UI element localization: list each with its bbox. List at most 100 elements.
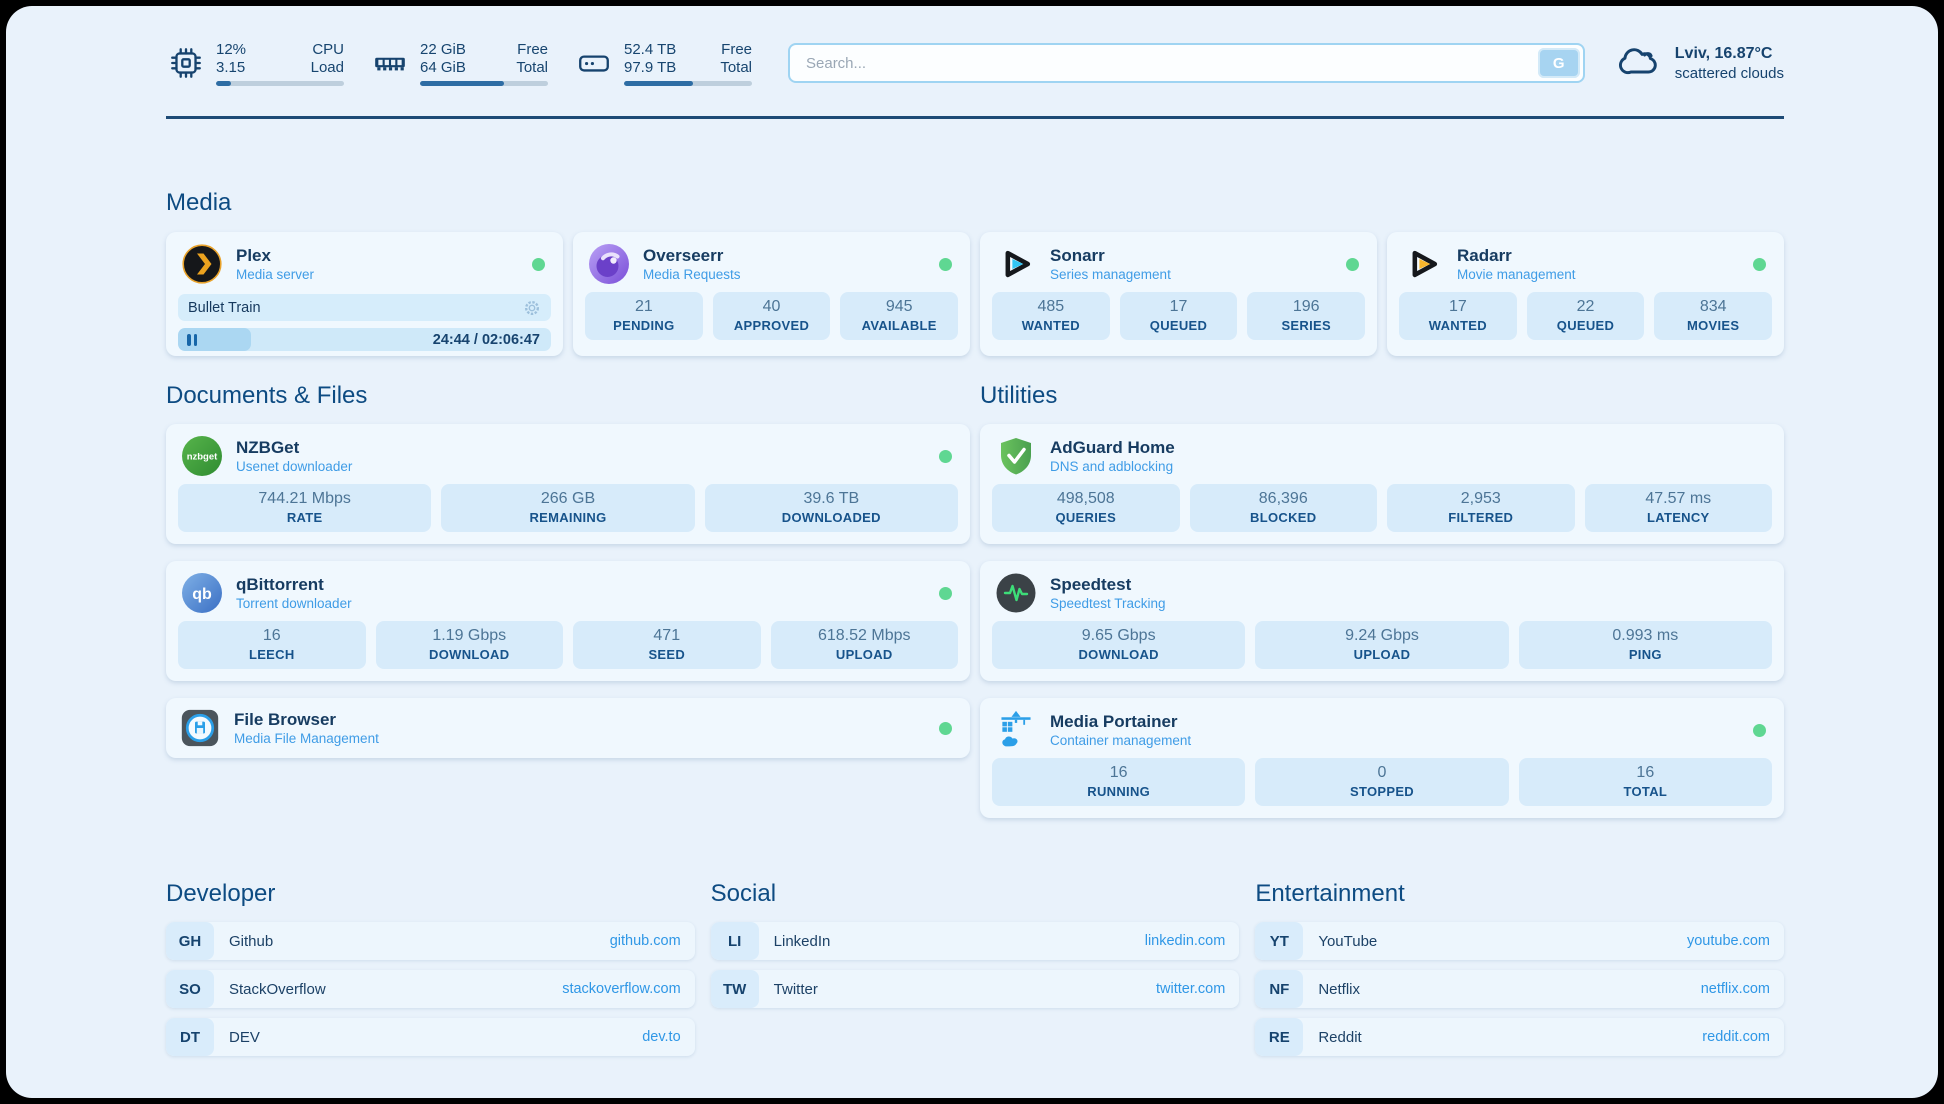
stat-tile: 9.24 Gbps UPLOAD: [1255, 621, 1508, 669]
status-dot: [939, 450, 952, 463]
filebrowser-card[interactable]: File Browser Media File Management: [166, 698, 970, 758]
link-row-twitter[interactable]: TW Twitter twitter.com: [711, 970, 1240, 1008]
adguard-stats: 498,508 QUERIES 86,396 BLOCKED 2,953 FIL…: [992, 484, 1772, 532]
link-row-github[interactable]: GH Github github.com: [166, 922, 695, 960]
stat-value: 9.24 Gbps: [1255, 626, 1508, 646]
now-playing-title: Bullet Train: [188, 300, 261, 316]
stat-tile: 834 MOVIES: [1654, 292, 1772, 340]
ram-progress-bar: [420, 81, 548, 86]
radarr-card[interactable]: Radarr Movie management 17 WANTED 22 QUE…: [1387, 232, 1784, 356]
search-bar: G: [788, 43, 1585, 83]
app-subtitle: Torrent downloader: [236, 595, 352, 612]
link-badge: GH: [166, 922, 214, 960]
link-badge: DT: [166, 1018, 214, 1056]
link-name: Netflix: [1318, 981, 1360, 998]
link-url: stackoverflow.com: [562, 981, 680, 997]
stat-tile: 618.52 Mbps UPLOAD: [771, 621, 959, 669]
stat-value: 498,508: [992, 489, 1180, 509]
weather-widget: Lviv, 16.87°C scattered clouds: [1619, 42, 1784, 85]
link-row-linkedin[interactable]: LI LinkedIn linkedin.com: [711, 922, 1240, 960]
stat-value: 834: [1654, 297, 1772, 317]
qbittorrent-header: qb qBittorrent Torrent downloader: [166, 561, 970, 621]
link-url: twitter.com: [1156, 981, 1225, 997]
overseerr-card[interactable]: Overseerr Media Requests 21 PENDING 40 A…: [573, 232, 970, 356]
stat-tile: 744.21 Mbps RATE: [178, 484, 431, 532]
search-input[interactable]: [788, 43, 1585, 83]
documents-section-heading: Documents & Files: [166, 382, 970, 410]
stat-label: PING: [1519, 646, 1772, 663]
stat-label: LEECH: [178, 646, 366, 663]
disk-total-label: Total: [709, 59, 752, 77]
link-row-reddit[interactable]: RE Reddit reddit.com: [1255, 1018, 1784, 1056]
plex-header: Plex Media server: [166, 232, 563, 292]
plex-icon: [182, 244, 222, 284]
gear-icon[interactable]: [523, 299, 541, 317]
filebrowser-icon: [180, 708, 220, 748]
link-name: StackOverflow: [229, 981, 326, 998]
link-row-youtube[interactable]: YT YouTube youtube.com: [1255, 922, 1784, 960]
plex-card[interactable]: Plex Media server Bullet Train: [166, 232, 563, 356]
social-column: Social LI LinkedIn linkedin.com TW Twitt…: [711, 880, 1240, 1066]
status-dot: [1753, 258, 1766, 271]
adguard-card[interactable]: AdGuard Home DNS and adblocking 498,508 …: [980, 424, 1784, 544]
cpu-progress-bar: [216, 81, 344, 86]
system-stats: 12% CPU 3.15 Load: [166, 41, 752, 86]
stat-value: 485: [992, 297, 1110, 317]
stat-tile: 1.19 Gbps DOWNLOAD: [376, 621, 564, 669]
status-dot: [532, 258, 545, 271]
portainer-card[interactable]: Media Portainer Container management 16 …: [980, 698, 1784, 818]
cpu-usage: 12%: [216, 41, 267, 59]
nzbget-card[interactable]: nzbget NZBGet Usenet downloader 74: [166, 424, 970, 544]
status-dot: [939, 722, 952, 735]
stat-value: 945: [840, 297, 958, 317]
link-name: YouTube: [1318, 933, 1377, 950]
app-title: Radarr: [1457, 245, 1576, 266]
stat-tile: 86,396 BLOCKED: [1190, 484, 1378, 532]
speedtest-stats: 9.65 Gbps DOWNLOAD 9.24 Gbps UPLOAD 0.99…: [992, 621, 1772, 669]
overseerr-icon: [589, 244, 629, 284]
stat-value: 266 GB: [441, 489, 694, 509]
stat-tile: 16 LEECH: [178, 621, 366, 669]
app-subtitle: Media server: [236, 266, 314, 283]
stat-value: 2,953: [1387, 489, 1575, 509]
stat-tile: 17 WANTED: [1399, 292, 1517, 340]
stat-value: 471: [573, 626, 761, 646]
app-subtitle: Series management: [1050, 266, 1171, 283]
stat-label: WANTED: [1399, 317, 1517, 334]
link-row-dev[interactable]: DT DEV dev.to: [166, 1018, 695, 1056]
link-url: dev.to: [642, 1029, 680, 1045]
overseerr-header: Overseerr Media Requests: [573, 232, 970, 292]
qbittorrent-card[interactable]: qb qBittorrent Torrent downloader: [166, 561, 970, 681]
stat-label: DOWNLOADED: [705, 509, 958, 526]
stat-tile: 196 SERIES: [1247, 292, 1365, 340]
app-title: Plex: [236, 245, 314, 266]
app-subtitle: Movie management: [1457, 266, 1576, 283]
stat-tile: 22 QUEUED: [1527, 292, 1645, 340]
app-subtitle: DNS and adblocking: [1050, 458, 1175, 475]
nzbget-stats: 744.21 Mbps RATE 266 GB REMAINING 39.6 T…: [178, 484, 958, 532]
stat-label: LATENCY: [1585, 509, 1773, 526]
link-name: Reddit: [1318, 1029, 1361, 1046]
utilities-section-heading: Utilities: [980, 382, 1784, 410]
disk-free-label: Free: [709, 41, 752, 59]
stat-tile: 47.57 ms LATENCY: [1585, 484, 1773, 532]
search-button[interactable]: G: [1538, 48, 1580, 78]
speedtest-card[interactable]: Speedtest Speedtest Tracking 9.65 Gbps D…: [980, 561, 1784, 681]
speedtest-header: Speedtest Speedtest Tracking: [980, 561, 1784, 621]
sonarr-card[interactable]: Sonarr Series management 485 WANTED 17 Q…: [980, 232, 1377, 356]
app-title: Media Portainer: [1050, 711, 1191, 732]
link-row-stackoverflow[interactable]: SO StackOverflow stackoverflow.com: [166, 970, 695, 1008]
portainer-icon: [996, 710, 1036, 750]
svg-text:nzbget: nzbget: [187, 452, 218, 463]
stat-value: 22: [1527, 297, 1645, 317]
nzbget-header: nzbget NZBGet Usenet downloader: [166, 424, 970, 484]
media-cards-row: Plex Media server Bullet Train: [166, 232, 1784, 356]
app-subtitle: Usenet downloader: [236, 458, 352, 475]
playback-progress-bar[interactable]: 24:44 / 02:06:47: [178, 328, 551, 351]
stat-label: APPROVED: [713, 317, 831, 334]
link-name: LinkedIn: [774, 933, 831, 950]
speedtest-icon: [996, 573, 1036, 613]
link-row-netflix[interactable]: NF Netflix netflix.com: [1255, 970, 1784, 1008]
stat-tile: 0 STOPPED: [1255, 758, 1508, 806]
ram-free: 22 GiB: [420, 41, 480, 59]
